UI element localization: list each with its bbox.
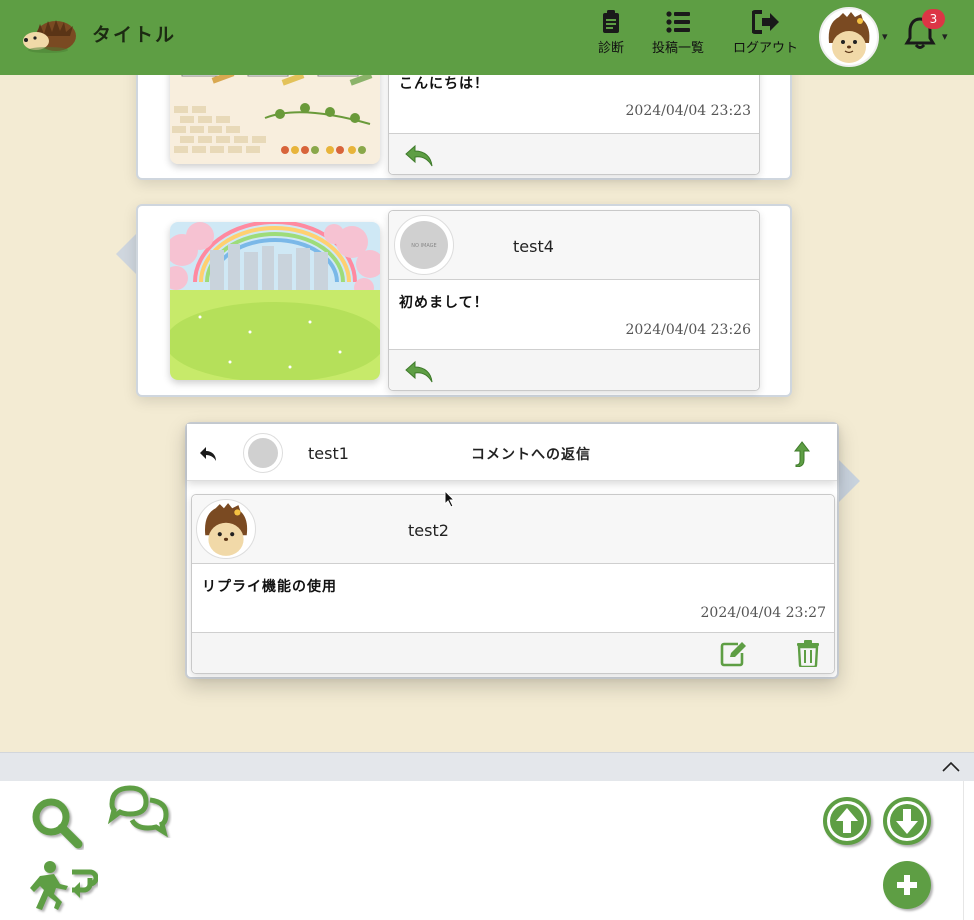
nav-diagnosis-label: 診断 [598,41,625,56]
scroll-down-icon[interactable] [882,796,936,850]
nav-post-list[interactable]: 投稿一覧 [652,10,704,56]
hedgehog-avatar-icon [828,12,870,63]
parent-username[interactable]: test1 [308,444,349,463]
top-navbar: タイトル 診断 投稿一覧 ログアウト ▾ 3 ▾ [0,0,974,75]
card-pointer-left [116,232,138,276]
post-content-box: NO IMAGE test4 初めまして！ 2024/04/04 23:26 [388,210,760,391]
user-avatar-placeholder[interactable]: NO IMAGE [394,215,454,275]
logout-icon [751,10,779,34]
edit-icon[interactable] [720,641,748,667]
reply-popup-title: コメントへの返信 [471,447,591,463]
clipboard-icon [603,10,619,33]
reply-date: 2024/04/04 23:27 [700,605,827,621]
reply-message: リプライ機能の使用 [202,579,337,595]
post-footer [389,133,759,174]
add-post-icon[interactable] [882,860,936,914]
hedgehog-avatar-icon [204,503,248,556]
scroll-up-icon[interactable] [822,796,876,850]
popup-pointer-right [838,459,860,503]
toolbar-divider [963,781,964,920]
reply-comment-footer [192,632,834,673]
nav-logout[interactable]: ログアウト [733,10,798,56]
post-thumbnail[interactable] [170,222,380,380]
post-username[interactable]: test4 [513,237,554,256]
post-message: こんにちは！ [399,76,489,92]
nav-post-list-label: 投稿一覧 [652,41,705,56]
post-date: 2024/04/04 23:26 [625,322,752,338]
site-title[interactable]: タイトル [92,20,176,47]
back-reply-icon[interactable] [199,446,217,462]
reply-icon[interactable] [405,360,433,384]
arrow-up-icon[interactable] [793,441,811,467]
no-image-text [248,438,278,468]
post-date: 2024/04/04 23:23 [625,103,752,119]
spring-park-image [170,222,380,380]
mouse-cursor-icon [444,490,456,508]
reply-popup-header: test1 コメントへの返信 [187,424,837,481]
post-header: NO IMAGE test4 [389,211,759,280]
reply-comment-header: test2 [192,495,834,564]
toolbar-toggle-strip [0,752,974,781]
reply-comment-box: test2 リプライ機能の使用 2024/04/04 23:27 [191,494,835,674]
post-message: 初めまして！ [399,295,489,311]
no-image-text: NO IMAGE [400,221,448,269]
nav-logout-label: ログアウト [733,41,799,56]
post-card: NO IMAGE test4 初めまして！ 2024/04/04 23:26 [136,204,792,397]
post-footer [389,349,759,390]
reply-user-avatar[interactable] [196,499,256,559]
notification-dropdown-caret[interactable]: ▾ [942,30,948,43]
reply-icon[interactable] [405,144,433,168]
user-avatar[interactable] [819,7,879,67]
search-icon[interactable] [30,796,84,850]
nav-diagnosis[interactable]: 診断 [598,10,624,56]
chat-bubbles-icon[interactable] [106,782,172,838]
list-icon [666,11,690,33]
reply-popup: test1 コメントへの返信 test2 リプライ機能の使用 2024/04/0… [185,422,839,679]
exit-run-icon[interactable] [28,860,98,914]
parent-user-avatar[interactable] [243,433,283,473]
hedgehog-logo[interactable] [18,14,78,56]
avatar-dropdown-caret[interactable]: ▾ [882,30,888,43]
chevron-up-icon[interactable] [942,761,960,773]
trash-icon[interactable] [796,640,820,667]
reply-username[interactable]: test2 [408,521,449,540]
notification-badge: 3 [922,9,945,29]
